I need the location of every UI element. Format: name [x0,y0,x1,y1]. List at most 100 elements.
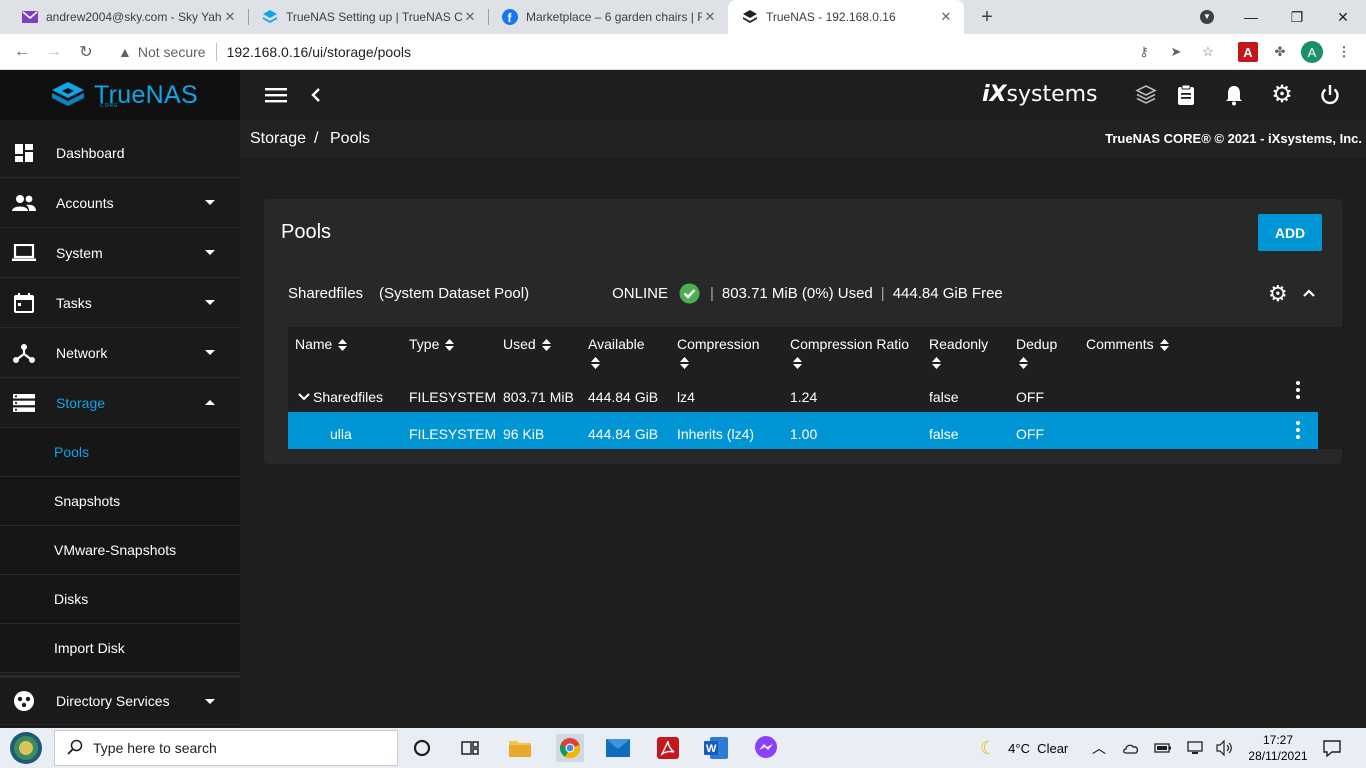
column-header-used[interactable]: Used [503,335,551,353]
sort-icon [680,357,689,370]
new-tab-button[interactable]: + [976,6,998,28]
send-icon[interactable]: ➤ [1166,42,1186,62]
onedrive-icon[interactable] [1122,728,1140,768]
acrobat-icon[interactable] [654,734,682,762]
show-hidden-icons[interactable]: ︿ [1092,728,1106,768]
restore-icon: ❐ [1290,8,1304,25]
column-label: Type [409,336,440,352]
close-window-button[interactable]: ✕ [1320,0,1366,34]
close-icon[interactable]: ✕ [702,9,718,25]
taskbar-search[interactable]: Type here to search [54,730,398,766]
column-header-comments[interactable]: Comments [1086,335,1169,353]
back-button[interactable]: ← [10,40,34,64]
sidebar-subitem-import-disk[interactable]: Import Disk [0,624,240,673]
settings-button[interactable]: ⚙ [1270,83,1294,107]
sidebar-subitem-vmware-snapshots[interactable]: VMware-Snapshots [0,526,240,575]
task-view-button[interactable] [456,734,484,762]
column-header-readonly[interactable]: Readonly [929,335,988,371]
forward-button[interactable]: → [42,40,66,64]
copyright-text: TrueNAS CORE® © 2021 - iXsystems, Inc. [1105,131,1362,146]
clock[interactable]: 17:27 28/11/2021 [1246,728,1310,768]
address-bar[interactable]: ▲ Not secure 192.168.0.16/ui/storage/poo… [110,38,1230,66]
browser-tab-mail[interactable]: andrew2004@sky.com - Sky Yahoo ✕ [8,0,248,34]
column-label: Used [503,336,536,352]
network-tray-icon[interactable] [1186,728,1204,768]
close-icon[interactable]: ✕ [938,9,954,25]
weather-widget[interactable]: ☾ 4°C Clear [980,728,1068,768]
cell-name: ulla [330,426,352,442]
power-icon [1321,85,1339,105]
tab-search-button[interactable]: ▼ [1184,0,1230,34]
volume-icon[interactable] [1216,728,1234,768]
chevron-down-icon [205,698,215,704]
gear-icon: ⚙ [1271,81,1293,108]
chevron-up-icon[interactable] [1302,285,1316,303]
collapse-sidebar-button[interactable] [304,83,328,107]
file-explorer-icon[interactable] [506,734,534,762]
pool-free: 444.84 GiB Free [892,285,1003,302]
browser-tab-truenas[interactable]: TrueNAS - 192.168.0.16 ✕ [728,0,964,34]
column-label: Available [588,336,645,352]
table-row-selected[interactable]: ulla FILESYSTEM 96 KiB 444.84 GiB Inheri… [288,412,1318,449]
pool-header: Sharedfiles (System Dataset Pool) ONLINE… [288,283,1003,304]
column-header-dedup[interactable]: Dedup [1016,335,1057,371]
storage-icon [12,393,36,412]
more-vert-icon[interactable] [1292,381,1304,399]
ixsystems-logo[interactable]: iXsystems [982,82,1098,107]
browser-tab-truenas-docs[interactable]: TrueNAS Setting up | TrueNAS Co ✕ [248,0,488,34]
browser-menu-icon[interactable]: ⋮ [1334,42,1354,62]
task-manager-button[interactable] [1174,83,1198,107]
star-icon[interactable]: ☆ [1198,42,1218,62]
truenas-logo[interactable]: TrueNAS CORE [0,70,240,120]
battery-icon[interactable] [1154,728,1172,768]
notification-center-button[interactable] [1322,728,1342,768]
puzzle-icon[interactable]: ✤ [1270,42,1290,62]
restore-button[interactable]: ❐ [1274,0,1320,34]
sidebar-item-dashboard[interactable]: Dashboard [0,128,240,178]
browser-tab-marketplace[interactable]: f Marketplace – 6 garden chairs | F ✕ [488,0,728,34]
close-icon[interactable]: ✕ [462,9,478,25]
column-header-compression-ratio[interactable]: Compression Ratio [790,335,909,371]
sidebar-subitem-disks[interactable]: Disks [0,575,240,624]
adobe-pdf-icon[interactable]: A [1238,42,1258,62]
windows-taskbar: Type here to search W ☾ 4°C Clear ︿ 17:2… [0,728,1366,768]
sidebar-item-network[interactable]: Network [0,328,240,378]
power-button[interactable] [1318,83,1342,107]
chrome-icon[interactable] [556,734,584,762]
reload-button[interactable]: ↻ [74,40,98,64]
start-button[interactable] [8,732,44,764]
sidebar-item-system[interactable]: System [0,228,240,278]
menu-toggle-button[interactable] [264,83,288,107]
column-header-type[interactable]: Type [409,335,455,353]
add-pool-button[interactable]: ADD [1258,214,1322,251]
gear-icon[interactable]: ⚙ [1268,283,1288,305]
facebook-icon: f [502,9,518,25]
minimize-button[interactable]: — [1228,0,1274,34]
close-icon[interactable]: ✕ [222,9,238,25]
breadcrumb-storage[interactable]: Storage [250,130,306,148]
column-header-name[interactable]: Name [295,335,348,353]
bell-icon [1226,86,1242,106]
notifications-button[interactable] [1222,83,1246,107]
people-icon [12,194,36,212]
tab-title: TrueNAS Setting up | TrueNAS Co [286,10,462,24]
column-header-available[interactable]: Available [588,335,645,371]
sidebar-item-accounts[interactable]: Accounts [0,178,240,228]
more-vert-icon[interactable] [1292,421,1304,439]
sidebar-item-directory-services[interactable]: Directory Services [0,675,240,725]
cortana-button[interactable] [408,734,436,762]
expand-chevron-icon[interactable] [298,388,310,404]
pool-used: 803.71 MiB (0%) Used [721,285,873,302]
sidebar-item-tasks[interactable]: Tasks [0,278,240,328]
sidebar-subitem-pools[interactable]: Pools [0,428,240,477]
sidebar-item-storage[interactable]: Storage [0,378,240,428]
sidebar: Dashboard Accounts System Tasks Network … [0,120,240,728]
truecommand-button[interactable] [1134,83,1158,107]
column-header-compression[interactable]: Compression [677,335,759,371]
profile-avatar[interactable]: A [1301,41,1323,63]
mail-app-icon[interactable] [604,734,632,762]
messenger-icon[interactable] [752,734,780,762]
word-icon[interactable]: W [702,734,730,762]
sidebar-subitem-snapshots[interactable]: Snapshots [0,477,240,526]
key-icon[interactable]: ⚷ [1134,42,1154,62]
